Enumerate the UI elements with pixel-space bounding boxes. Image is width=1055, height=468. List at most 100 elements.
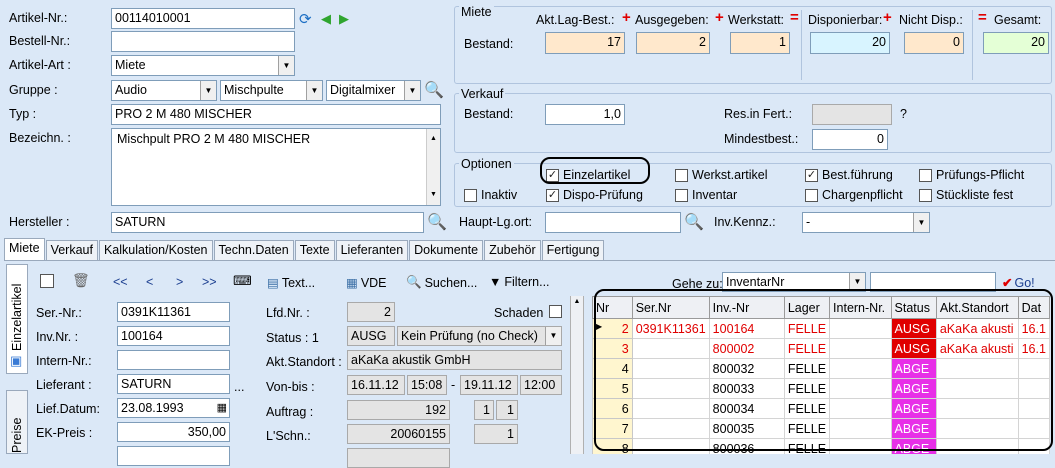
tab-verkauf[interactable]: Verkauf — [45, 240, 98, 260]
artikel-nr-label: Artikel-Nr.: — [9, 11, 68, 25]
partial-input[interactable] — [117, 446, 230, 466]
cube-icon: ▣ — [10, 353, 23, 368]
plus-operator: + — [883, 9, 892, 26]
artikel-art-select[interactable]: Miete ▼ — [111, 55, 295, 76]
go-button[interactable]: ✔ Go! — [1002, 275, 1035, 291]
typ-input[interactable]: PRO 2 M 480 MISCHER — [111, 104, 441, 125]
keyboard-icon[interactable]: ⌨ — [233, 273, 252, 289]
gruppe2-select[interactable]: Mischpulte ▼ — [220, 80, 323, 101]
equals-operator: = — [978, 9, 987, 26]
bezeichn-label: Bezeichn. : — [9, 131, 71, 145]
bestell-nr-label: Bestell-Nr.: — [9, 34, 71, 48]
filtern-button[interactable]: ▼ Filtern... — [489, 275, 550, 289]
stueckliste-fest-checkbox[interactable]: Stückliste fest — [919, 188, 1013, 202]
hersteller-label: Hersteller : — [9, 215, 70, 229]
von-time-value: 15:08 — [407, 375, 447, 395]
tab-dokumente[interactable]: Dokumente — [409, 240, 484, 260]
tab-techn-daten[interactable]: Techn.Daten — [213, 240, 294, 260]
bezeichn-textarea[interactable]: Mischpult PRO 2 M 480 MISCHER ▲ ▼ — [111, 128, 441, 206]
search-icon[interactable]: 🔍 — [424, 80, 444, 100]
chevron-down-icon[interactable]: ▼ — [404, 81, 420, 100]
checkbox-box[interactable] — [464, 188, 477, 202]
arrow-left-icon[interactable]: ◀ — [321, 11, 331, 27]
checkbox-box[interactable]: ✓ — [546, 188, 559, 202]
bezeichn-scrollbar[interactable]: ▲ ▼ — [426, 129, 440, 205]
tab-miete[interactable]: Miete — [4, 238, 45, 260]
haupt-lg-ort-input[interactable] — [545, 212, 681, 233]
ser-nr-label: Ser.-Nr.: — [36, 306, 82, 320]
arrow-right-icon[interactable]: ▶ — [339, 11, 349, 27]
artikel-nr-input[interactable]: 00114010001 — [111, 8, 295, 29]
nav-prev-button[interactable]: < — [146, 275, 153, 289]
dispo-pruefung-checkbox[interactable]: ✓ Dispo-Prüfung — [546, 188, 643, 202]
lieferant-ellipsis-button[interactable]: ... — [234, 380, 244, 394]
tab-zubehoer[interactable]: Zubehör — [484, 240, 541, 260]
inv-nr-input[interactable]: 100164 — [117, 326, 230, 346]
search-icon[interactable]: 🔍 — [427, 212, 447, 232]
form-scrollbar[interactable]: ▲ — [570, 296, 584, 454]
filtern-button-label: Filtern... — [504, 275, 550, 289]
suchen-button[interactable]: 🔍 Suchen... — [406, 275, 477, 290]
tab-kalkulation[interactable]: Kalkulation/Kosten — [98, 240, 213, 260]
auftrag-pos-a: 1 — [474, 400, 494, 420]
inv-kennz-select[interactable]: - ▼ — [802, 212, 930, 233]
tab-lieferanten[interactable]: Lieferanten — [335, 240, 409, 260]
sidetab-preise[interactable]: Preise — [6, 390, 28, 454]
text-button[interactable]: ▤ Text... — [267, 275, 315, 291]
werkst-artikel-checkbox[interactable]: Werkst.artikel — [675, 168, 767, 182]
equals-operator: = — [790, 9, 799, 26]
gruppe3-value: Digitalmixer — [330, 83, 396, 97]
bis-date-value: 19.11.12 — [460, 375, 518, 395]
checkbox-box[interactable] — [675, 188, 688, 202]
calendar-icon[interactable]: ▦ — [217, 400, 227, 416]
gesamt-label: Gesamt: — [994, 13, 1042, 27]
chevron-down-icon[interactable]: ▼ — [545, 327, 561, 345]
nav-last-button[interactable]: >> — [202, 275, 217, 289]
res-in-fert-label: Res.in Fert.: — [724, 107, 793, 121]
haupt-lg-ort-label: Haupt-Lg.ort: — [459, 215, 532, 229]
checkbox-box[interactable] — [919, 188, 932, 202]
search-icon[interactable]: 🔍 — [684, 212, 704, 232]
gruppe1-select[interactable]: Audio ▼ — [111, 80, 217, 101]
gehe-zu-value: InventarNr — [726, 275, 785, 289]
lieferant-input[interactable]: SATURN — [117, 374, 230, 394]
chevron-down-icon[interactable]: ▼ — [913, 213, 929, 232]
hersteller-input[interactable]: SATURN — [111, 212, 424, 233]
intern-nr-input[interactable] — [117, 350, 230, 370]
gesamt-value: 20 — [983, 32, 1049, 54]
chargenpflicht-checkbox[interactable]: Chargenpflicht — [805, 188, 903, 202]
gruppe3-select[interactable]: Digitalmixer ▼ — [326, 80, 421, 101]
ser-nr-input[interactable]: 0391K11361 — [117, 302, 230, 322]
ausgegeben-label: Ausgegeben: — [635, 13, 709, 27]
sidetab-einzelartikel[interactable]: Einzelartikel ▣ — [6, 264, 28, 374]
nav-first-button[interactable]: << — [113, 275, 128, 289]
inaktiv-checkbox[interactable]: Inaktiv — [464, 188, 517, 202]
trash-icon[interactable]: 🗑 — [72, 272, 90, 289]
grid-icon: ▦ — [346, 276, 358, 290]
tab-texte[interactable]: Texte — [294, 240, 335, 260]
mindestbest-input[interactable]: 0 — [812, 129, 888, 150]
checkbox-box[interactable]: ✓ — [805, 168, 818, 182]
pruefungs-pflicht-checkbox[interactable]: Prüfungs-Pflicht — [919, 168, 1024, 182]
checkmark-icon: ✔ — [1002, 276, 1013, 290]
best-fuehrung-checkbox[interactable]: ✓ Best.führung — [805, 168, 893, 182]
tab-fertigung[interactable]: Fertigung — [541, 240, 605, 260]
schaden-checkbox[interactable] — [549, 305, 562, 318]
nav-next-button[interactable]: > — [176, 275, 183, 289]
ek-preis-input[interactable]: 350,00 — [117, 422, 230, 442]
checkbox-box[interactable] — [805, 188, 818, 202]
vde-button[interactable]: ▦ VDE — [346, 275, 387, 291]
chevron-down-icon[interactable]: ▼ — [200, 81, 216, 100]
status-select[interactable]: Kein Prüfung (no Check) ▼ — [397, 326, 562, 346]
status-label: Status : 1 — [266, 331, 319, 345]
bestell-nr-input[interactable] — [111, 31, 295, 52]
chevron-down-icon[interactable]: ▼ — [278, 56, 294, 75]
partial-value — [347, 448, 450, 468]
checkbox-box[interactable] — [919, 168, 932, 182]
chevron-down-icon[interactable]: ▼ — [306, 81, 322, 100]
select-all-checkbox[interactable] — [40, 274, 54, 288]
inventar-checkbox[interactable]: Inventar — [675, 188, 737, 202]
refresh-icon[interactable]: ⟳ — [299, 10, 312, 28]
checkbox-box[interactable] — [675, 168, 688, 182]
lief-datum-input[interactable]: 23.08.1993 ▦ — [117, 398, 230, 418]
